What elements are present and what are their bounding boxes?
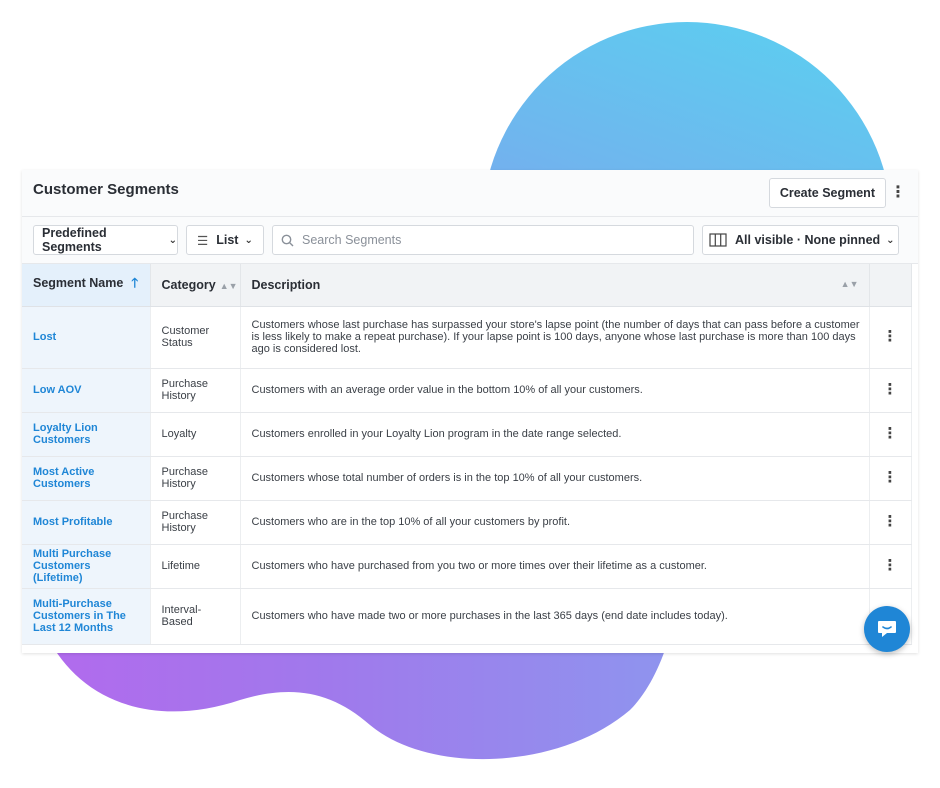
segment-category: Lifetime — [150, 544, 241, 589]
predefined-segments-dropdown[interactable]: Predefined Segments ⌄ — [33, 225, 178, 255]
table-row[interactable]: Loyalty Lion Customers Loyalty Customers… — [22, 412, 912, 457]
chevron-down-icon: ⌄ — [244, 234, 253, 246]
list-icon: ☰ — [197, 233, 209, 248]
row-more-icon[interactable]: ⋮ — [869, 306, 912, 369]
segment-category: Purchase History — [150, 456, 241, 501]
column-header-actions — [869, 264, 912, 307]
column-header-category[interactable]: Category ▲▼ — [150, 264, 241, 307]
view-mode-label: List — [216, 233, 239, 247]
columns-icon — [709, 233, 727, 247]
segment-category: Loyalty — [150, 412, 241, 457]
more-vertical-icon[interactable]: ⋮ — [890, 182, 906, 202]
segment-name-link[interactable]: Multi-Purchase Customers in The Last 12 … — [22, 588, 151, 645]
table-row[interactable]: Multi Purchase Customers (Lifetime) Life… — [22, 544, 912, 589]
search-icon — [281, 234, 294, 246]
column-header-label: Category — [161, 277, 216, 292]
segment-name-link[interactable]: Most Profitable — [22, 500, 151, 545]
chevron-down-icon: ⌄ — [886, 234, 895, 246]
segment-name-link[interactable]: Lost — [22, 306, 151, 369]
segment-description: Customers who have purchased from you tw… — [240, 544, 870, 589]
chat-icon — [878, 621, 896, 637]
column-header-description[interactable]: Description ▲▼ — [240, 264, 870, 307]
table-row[interactable]: Most Active Customers Purchase History C… — [22, 456, 912, 501]
page-title: Customer Segments — [33, 181, 179, 198]
segment-description: Customers whose last purchase has surpas… — [240, 306, 870, 369]
create-segment-button[interactable]: Create Segment — [768, 178, 886, 208]
view-mode-dropdown[interactable]: ☰ List ⌄ — [186, 225, 264, 255]
segment-name-link[interactable]: Most Active Customers — [22, 456, 151, 501]
chat-launcher-button[interactable] — [864, 606, 910, 652]
table-header-row: Segment Name 🡑 Category ▲▼ Description ▲▼ — [22, 264, 912, 307]
column-header-label: Description — [251, 277, 321, 292]
segment-description: Customers whose total number of orders i… — [240, 456, 870, 501]
segment-description: Customers who have made two or more purc… — [240, 588, 870, 645]
table-row[interactable]: Lost Customer Status Customers whose las… — [22, 306, 912, 369]
segment-description: Customers who are in the top 10% of all … — [240, 500, 870, 545]
segment-description: Customers with an average order value in… — [240, 368, 870, 413]
columns-dropdown[interactable]: All visible · None pinned ⌄ — [702, 225, 899, 255]
segment-description: Customers enrolled in your Loyalty Lion … — [240, 412, 870, 457]
row-more-icon[interactable]: ⋮ — [869, 500, 912, 545]
segment-name-link[interactable]: Multi Purchase Customers (Lifetime) — [22, 544, 151, 589]
predefined-segments-label: Predefined Segments — [42, 226, 107, 254]
chevron-down-icon: ⌄ — [168, 234, 177, 246]
sort-icon: ▲▼ — [219, 280, 238, 291]
panel-header: Customer Segments Create Segment ⋮ — [22, 170, 918, 217]
columns-label: All visible · None pinned — [735, 233, 881, 247]
search-placeholder: Search Segments — [302, 233, 402, 247]
row-more-icon[interactable]: ⋮ — [869, 544, 912, 589]
segment-name-link[interactable]: Loyalty Lion Customers — [22, 412, 151, 457]
segment-category: Purchase History — [150, 368, 241, 413]
row-more-icon[interactable]: ⋮ — [869, 368, 912, 413]
segment-category: Interval-Based — [150, 588, 241, 645]
row-more-icon[interactable]: ⋮ — [869, 456, 912, 501]
sort-icon: ▲▼ — [840, 279, 859, 289]
column-header-label: Segment Name — [33, 275, 124, 290]
column-header-segment-name[interactable]: Segment Name 🡑 — [22, 264, 151, 307]
segments-table: Segment Name 🡑 Category ▲▼ Description ▲▼ L… — [22, 264, 912, 645]
search-input[interactable]: Search Segments — [272, 225, 694, 255]
toolbar: Predefined Segments ⌄ ☰ List ⌄ Search Se… — [22, 217, 918, 264]
segment-name-link[interactable]: Low AOV — [22, 368, 151, 413]
table-row[interactable]: Most Profitable Purchase History Custome… — [22, 500, 912, 545]
row-more-icon[interactable]: ⋮ — [869, 412, 912, 457]
sort-ascending-icon: 🡑 — [131, 274, 139, 290]
table-row[interactable]: Multi-Purchase Customers in The Last 12 … — [22, 588, 912, 645]
segment-category: Purchase History — [150, 500, 241, 545]
segment-category: Customer Status — [150, 306, 241, 369]
table-row[interactable]: Low AOV Purchase History Customers with … — [22, 368, 912, 413]
customer-segments-panel: Customer Segments Create Segment ⋮ Prede… — [22, 170, 918, 653]
